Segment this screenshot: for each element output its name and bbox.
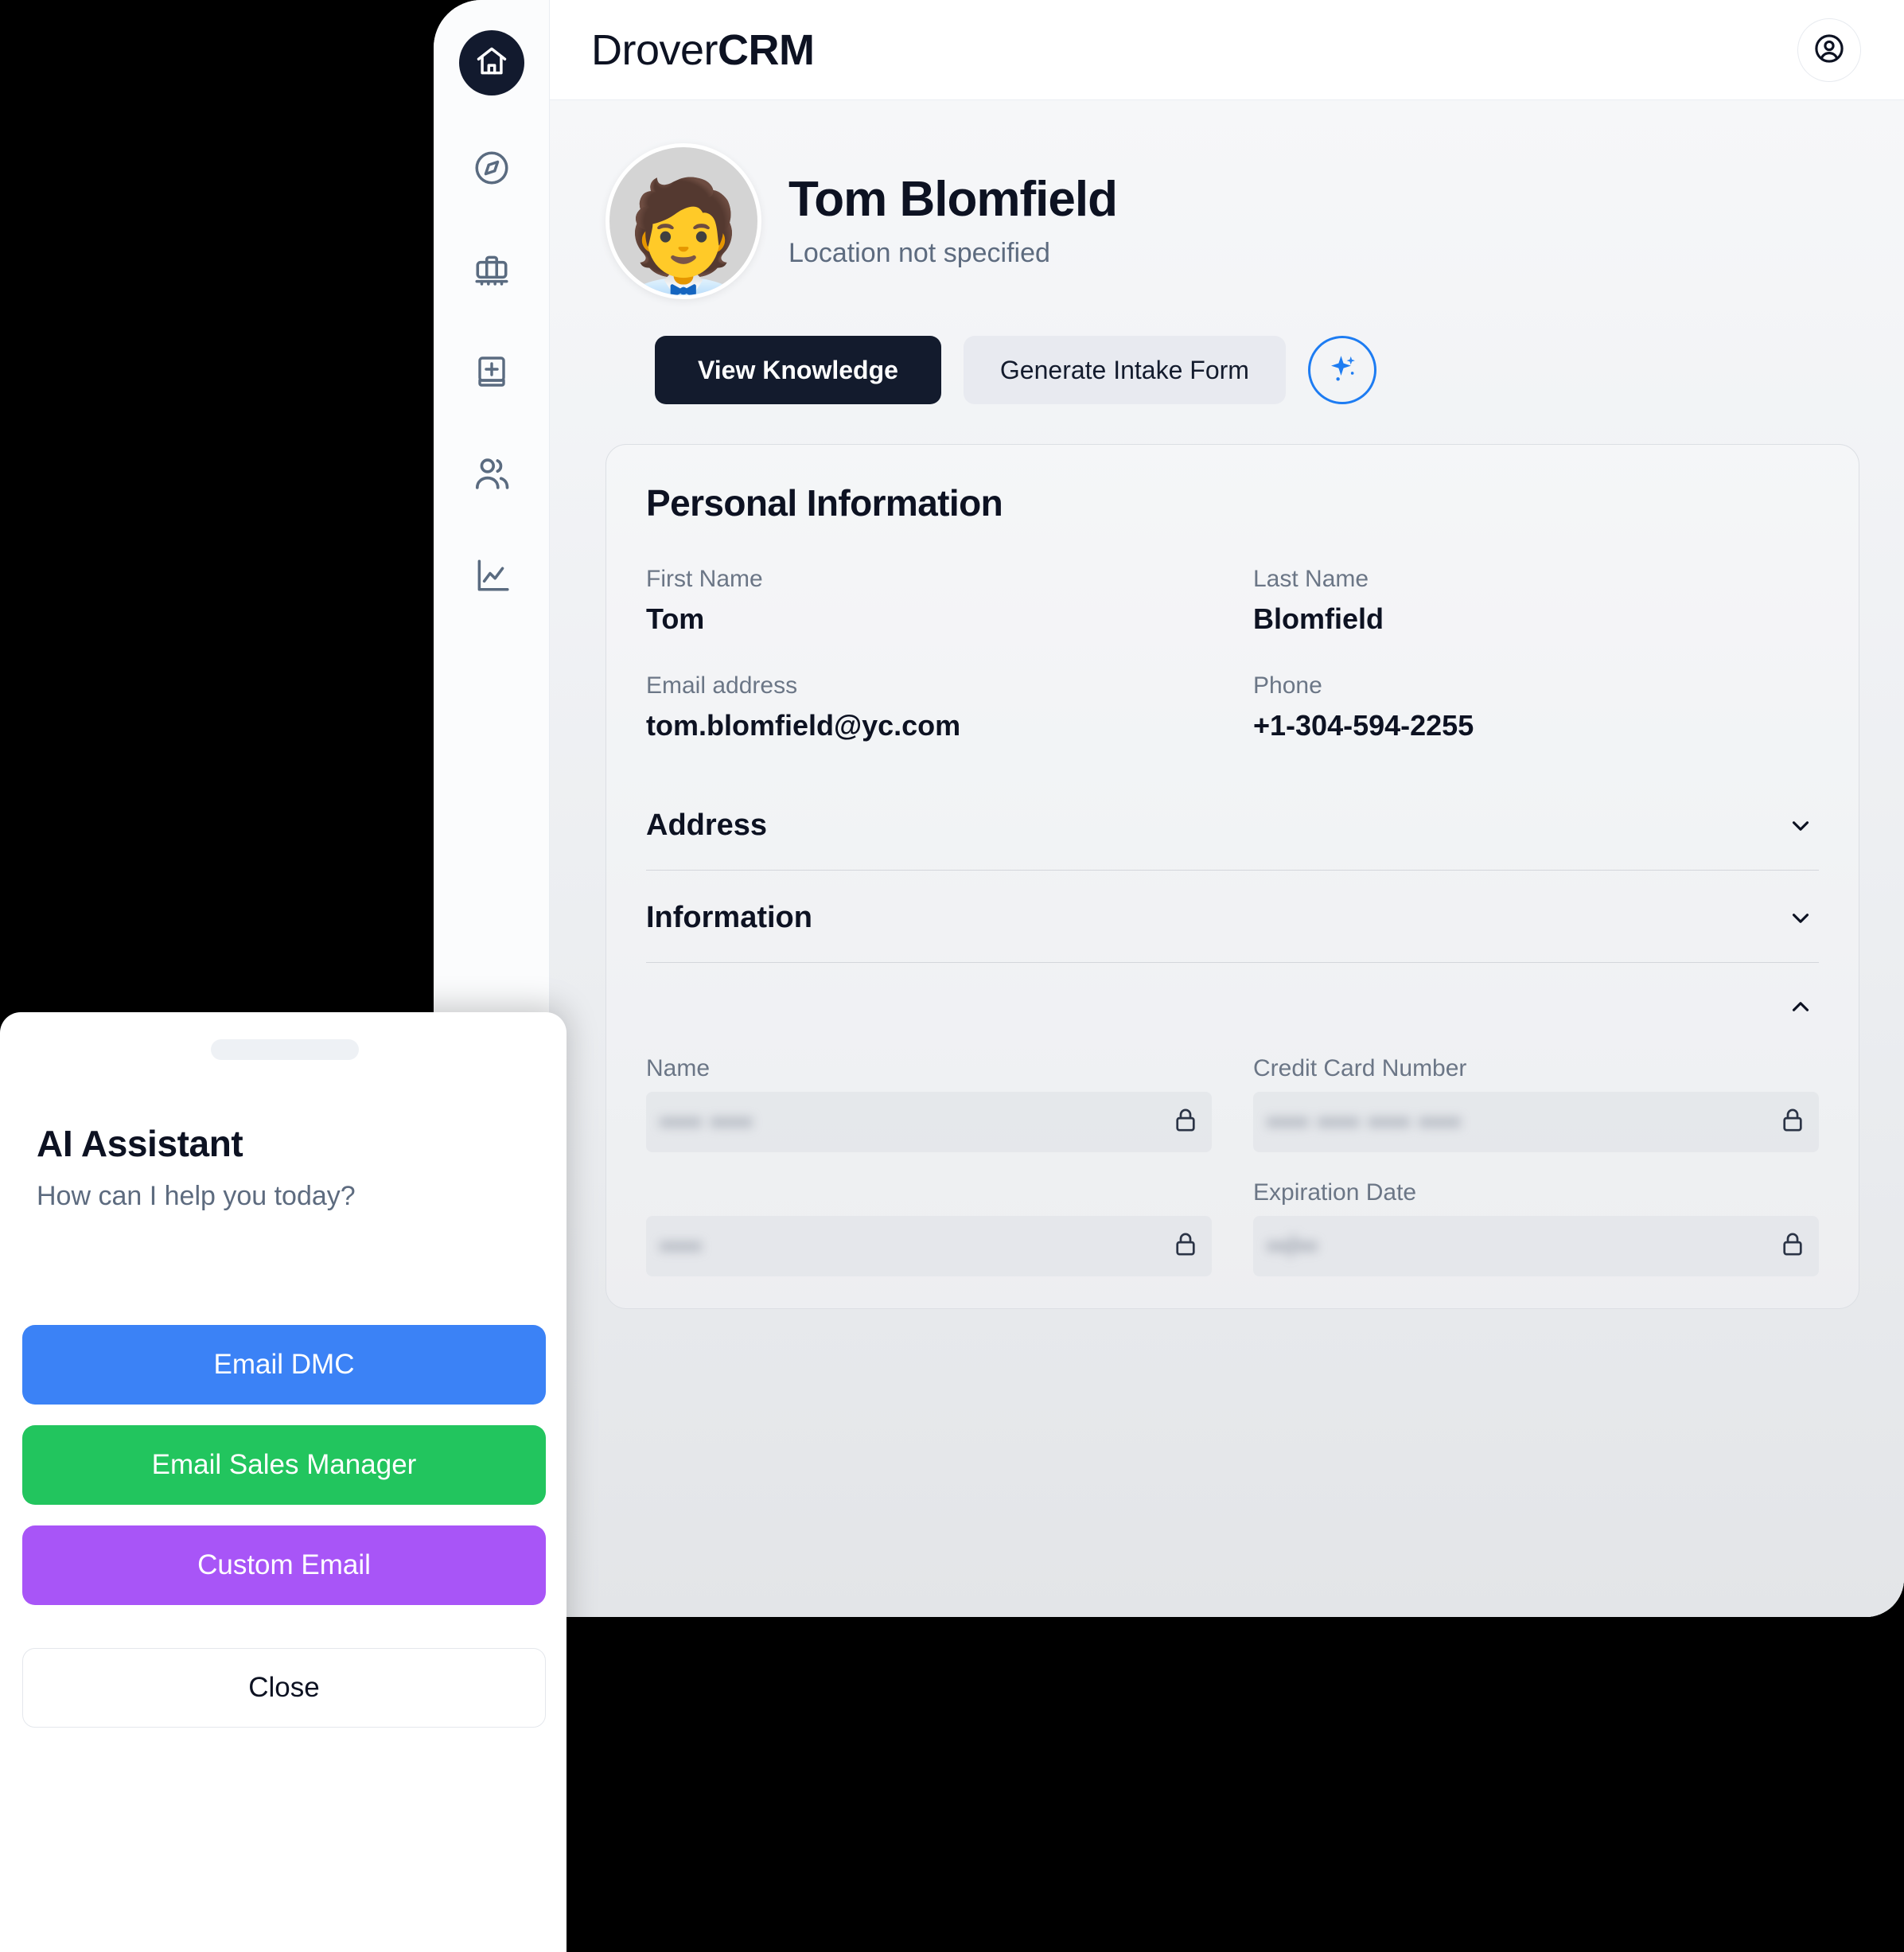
payment-field-name: Name •••• •••• <box>646 1055 1212 1152</box>
accordion-title: Information <box>646 901 812 934</box>
book-plus-icon <box>473 353 511 391</box>
sheet-title: AI Assistant <box>37 1123 243 1164</box>
masked-value: •••• <box>660 1231 703 1260</box>
accordion-information[interactable]: Information <box>646 870 1819 962</box>
chevron-up-icon <box>1787 993 1814 1020</box>
brand-suffix: CRM <box>718 25 815 74</box>
avatar-emoji: 🧑‍💼 <box>609 175 758 299</box>
account-button[interactable] <box>1797 18 1861 82</box>
screen-root: DroverCRM 🧑‍💼 <box>0 0 1904 1952</box>
chevron-down-icon <box>1787 812 1814 840</box>
field-label <box>646 1179 1212 1206</box>
lock-icon <box>1777 1229 1808 1264</box>
locked-value-box: •••• •••• •••• •••• <box>1253 1092 1819 1152</box>
field-value: tom.blomfield@yc.com <box>646 709 961 742</box>
sheet-subtitle: How can I help you today? <box>37 1181 356 1211</box>
masked-value: •••• •••• •••• •••• <box>1267 1107 1462 1136</box>
field-label: First Name <box>646 566 763 592</box>
field-value: Blomfield <box>1253 602 1384 635</box>
field-value: +1-304-594-2255 <box>1253 709 1474 742</box>
ai-assistant-sheet: AI Assistant How can I help you today? E… <box>0 1012 567 1952</box>
chart-line-icon <box>472 555 512 595</box>
field-label: Phone <box>1253 672 1322 699</box>
field-label: Expiration Date <box>1253 1179 1417 1206</box>
accordion-title: Address <box>646 808 768 842</box>
field-last-name: Last Name Blomfield <box>1253 566 1819 636</box>
sheet-drag-handle[interactable] <box>211 1039 359 1060</box>
lock-icon <box>1170 1229 1201 1264</box>
page-title: Tom Blomfield <box>788 172 1118 228</box>
sheet-header: AI Assistant How can I help you today? <box>0 1060 567 1212</box>
users-icon <box>471 453 512 494</box>
personal-fields-grid: First Name Tom Last Name Blomfield Email… <box>646 566 1819 742</box>
profile-actions: View Knowledge Generate Intake Form <box>594 336 1859 404</box>
compass-icon <box>472 148 512 188</box>
profile-header: 🧑‍💼 Tom Blomfield Location not specified <box>594 143 1859 299</box>
locked-value-box: •••• <box>646 1216 1212 1276</box>
ai-assistant-button[interactable] <box>1307 336 1376 404</box>
view-knowledge-button[interactable]: View Knowledge <box>655 336 941 404</box>
close-button[interactable]: Close <box>22 1648 546 1728</box>
lock-icon <box>1170 1105 1201 1140</box>
field-label: Credit Card Number <box>1253 1055 1467 1081</box>
generate-intake-form-button[interactable]: Generate Intake Form <box>963 336 1286 404</box>
field-value: Tom <box>646 602 705 635</box>
accordion-payment[interactable] <box>646 962 1819 1047</box>
sheet-actions: Email DMC Email Sales Manager Custom Ema… <box>0 1325 567 1728</box>
sidebar-item-analytics[interactable] <box>458 541 526 610</box>
app-window: DroverCRM 🧑‍💼 <box>434 0 1904 1617</box>
sidebar-item-contacts[interactable] <box>458 439 526 508</box>
accordion-address[interactable]: Address <box>646 777 1819 870</box>
user-circle-icon <box>1812 32 1846 68</box>
content-area: 🧑‍💼 Tom Blomfield Location not specified… <box>550 100 1904 1617</box>
briefcase-icon <box>472 250 512 290</box>
top-bar: DroverCRM <box>550 0 1904 100</box>
field-label: Name <box>646 1055 711 1081</box>
card-title: Personal Information <box>646 482 1003 524</box>
sidebar-item-explore[interactable] <box>458 134 526 202</box>
payment-field-card-number: Credit Card Number •••• •••• •••• •••• <box>1253 1055 1819 1152</box>
payment-field-extra: •••• <box>646 1179 1212 1276</box>
sparkle-icon <box>1324 351 1361 390</box>
field-label: Email address <box>646 672 798 699</box>
locked-value-box: •••• •••• <box>646 1092 1212 1152</box>
chevron-down-icon <box>1787 905 1814 932</box>
home-icon <box>474 44 509 83</box>
avatar: 🧑‍💼 <box>605 143 761 299</box>
payment-field-expiration: Expiration Date ••/•• <box>1253 1179 1819 1276</box>
field-phone: Phone +1-304-594-2255 <box>1253 672 1819 742</box>
email-sales-manager-button[interactable]: Email Sales Manager <box>22 1425 546 1505</box>
lock-icon <box>1777 1105 1808 1140</box>
profile-identity: Tom Blomfield Location not specified <box>788 172 1118 269</box>
sidebar-item-trips[interactable] <box>458 236 526 304</box>
content-inner: 🧑‍💼 Tom Blomfield Location not specified… <box>550 143 1904 1309</box>
profile-location: Location not specified <box>788 237 1050 268</box>
field-email: Email address tom.blomfield@yc.com <box>646 672 1212 742</box>
brand-prefix: Drover <box>591 25 718 74</box>
custom-email-button[interactable]: Custom Email <box>22 1525 546 1605</box>
sidebar-item-knowledge[interactable] <box>458 337 526 406</box>
brand-logo: DroverCRM <box>591 25 815 75</box>
payment-fields-grid: Name •••• •••• Credit Card Number •••• •… <box>646 1047 1819 1276</box>
masked-value: ••/•• <box>1267 1231 1318 1260</box>
sidebar-item-home[interactable] <box>458 30 524 95</box>
personal-information-card: Personal Information First Name Tom Last… <box>605 444 1859 1309</box>
masked-value: •••• •••• <box>660 1107 753 1136</box>
email-dmc-button[interactable]: Email DMC <box>22 1325 546 1405</box>
app-main-column: DroverCRM 🧑‍💼 <box>550 0 1904 1617</box>
locked-value-box: ••/•• <box>1253 1216 1819 1276</box>
field-label: Last Name <box>1253 566 1369 592</box>
field-first-name: First Name Tom <box>646 566 1212 636</box>
